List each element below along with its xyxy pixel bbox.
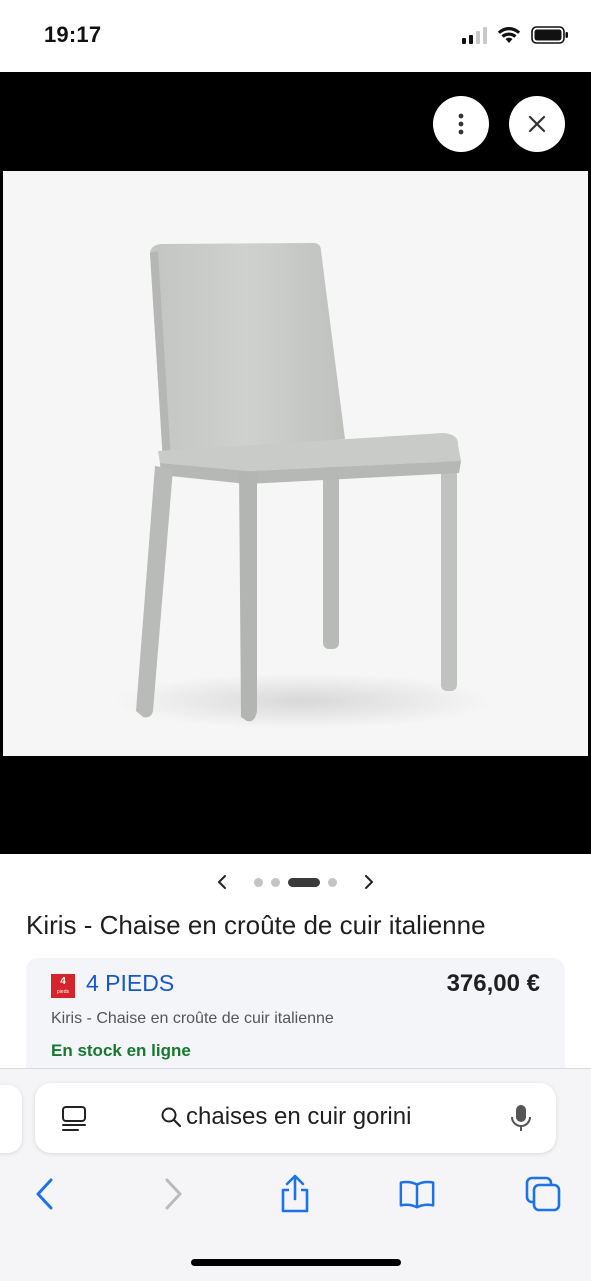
store-logo-number: 4 bbox=[60, 976, 66, 987]
share-button[interactable] bbox=[276, 1174, 314, 1213]
image-carousel bbox=[0, 866, 591, 900]
product-image[interactable] bbox=[3, 171, 588, 756]
search-query[interactable]: chaises en cuir gorini bbox=[160, 1103, 411, 1131]
forward-icon bbox=[165, 1178, 182, 1210]
bookmarks-icon bbox=[399, 1180, 435, 1209]
carousel-next-button[interactable] bbox=[357, 870, 381, 894]
home-indicator bbox=[191, 1259, 401, 1266]
previous-tab-peek[interactable] bbox=[0, 1085, 22, 1153]
chair-image bbox=[113, 243, 493, 729]
wifi-icon bbox=[497, 27, 521, 43]
more-options-button[interactable] bbox=[433, 96, 489, 152]
price: 376,00 € bbox=[446, 970, 540, 997]
image-viewer bbox=[0, 72, 591, 854]
back-icon bbox=[36, 1178, 53, 1210]
carousel-dot-active[interactable] bbox=[288, 878, 320, 887]
search-query-text: chaises en cuir gorini bbox=[186, 1103, 412, 1130]
product-title: Kiris - Chaise en croûte de cuir italien… bbox=[26, 910, 486, 940]
store-logo-text: pieds bbox=[57, 989, 69, 995]
bookmarks-button[interactable] bbox=[398, 1175, 436, 1213]
offer-description: Kiris - Chaise en croûte de cuir italien… bbox=[51, 1010, 334, 1027]
share-icon bbox=[281, 1174, 309, 1213]
store-logo: 4 pieds bbox=[51, 974, 75, 998]
carousel-prev-button[interactable] bbox=[210, 870, 234, 894]
search-icon bbox=[161, 1107, 182, 1128]
page-menu-icon[interactable] bbox=[61, 1105, 87, 1133]
more-vertical-icon bbox=[458, 113, 464, 135]
status-time: 19:17 bbox=[44, 22, 102, 47]
chevron-left-icon bbox=[218, 875, 226, 889]
close-icon bbox=[528, 115, 546, 133]
store-name-link[interactable]: 4 PIEDS bbox=[86, 970, 174, 997]
status-bar: 19:17 bbox=[0, 0, 591, 72]
carousel-dot[interactable] bbox=[271, 878, 280, 887]
forward-button[interactable] bbox=[154, 1175, 192, 1213]
carousel-dot[interactable] bbox=[328, 878, 337, 887]
address-bar[interactable]: chaises en cuir gorini bbox=[35, 1083, 556, 1153]
chevron-right-icon bbox=[365, 875, 373, 889]
carousel-dot[interactable] bbox=[254, 878, 263, 887]
status-icons bbox=[462, 26, 569, 44]
cellular-signal-icon bbox=[462, 26, 487, 44]
microphone-icon[interactable] bbox=[510, 1103, 532, 1133]
tabs-button[interactable] bbox=[524, 1175, 562, 1213]
back-button[interactable] bbox=[26, 1175, 64, 1213]
browser-toolbar: chaises en cuir gorini bbox=[0, 1068, 591, 1281]
stock-status: En stock en ligne bbox=[51, 1041, 191, 1060]
close-button[interactable] bbox=[509, 96, 565, 152]
tabs-icon bbox=[525, 1176, 561, 1212]
battery-icon bbox=[531, 26, 568, 44]
